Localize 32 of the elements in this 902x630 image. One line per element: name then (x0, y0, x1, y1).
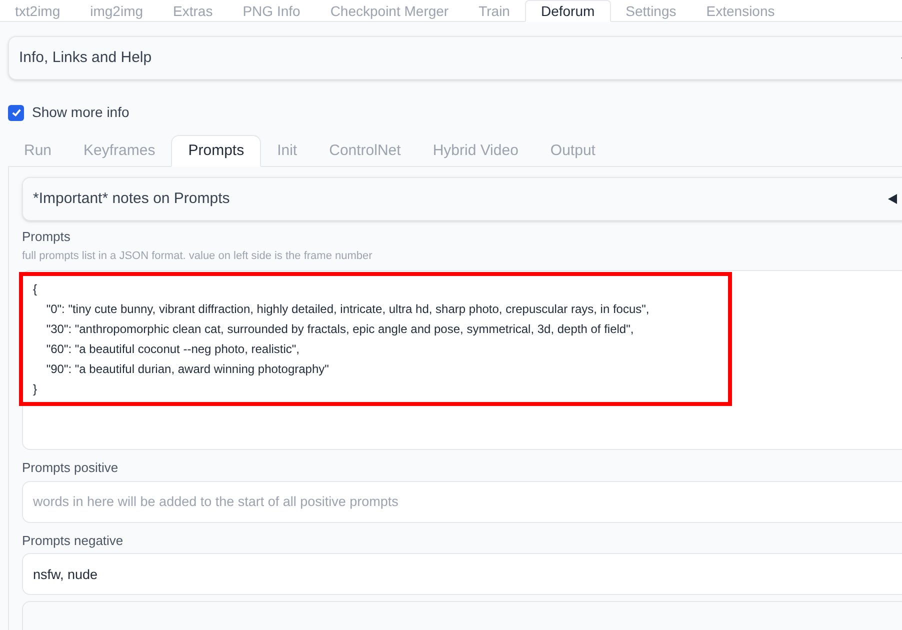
sub-tab[interactable]: Output (534, 135, 612, 167)
main-tab[interactable]: Deforum (524, 0, 611, 22)
main-tab[interactable]: PNG Info (228, 0, 316, 22)
field-hint: full prompts list in a JSON format. value on left side is the frame number (22, 248, 374, 264)
main-tab[interactable]: Checkpoint Merger (315, 0, 464, 22)
prompts-text: { "0": "tiny cute bunny, vibrant diffraction, highly detailed, intricate, ultra hd, sharp photo, crepuscular rays, in focus", "30": "anthropomorphic clean cat, surrounded by fractals, epic angle and pose, symmetrical, 3d, depth of field", "60": "a beautiful coconut --neg photo, realistic", "90": "a beautiful durian, award winning photography" } (32, 281, 650, 398)
field-label: Prompts (22, 228, 72, 246)
accordion-header[interactable]: *Important* notes on Prompts (22, 177, 902, 221)
checkbox-label: Show more info (32, 103, 130, 122)
main-tab[interactable]: img2img (75, 0, 158, 22)
accordion-header[interactable]: Info, Links and Help (8, 36, 902, 80)
sub-tab[interactable]: Init (261, 135, 314, 167)
caret-icon (886, 193, 898, 205)
main-tab[interactable]: Extras (158, 0, 228, 22)
prompts-textarea[interactable] (22, 270, 902, 450)
sub-tab[interactable]: ControlNet (313, 135, 417, 167)
main-tab[interactable]: Settings (610, 0, 692, 22)
main-tab[interactable]: Train (464, 0, 525, 22)
sub-tab[interactable]: Prompts (171, 135, 262, 167)
accordion-title: Info, Links and Help (19, 48, 152, 68)
field-label: Prompts negative (22, 532, 124, 550)
input-field[interactable]: words in here will be added to the start of all positive prompts (22, 480, 902, 522)
main-tab[interactable]: Extensions (691, 0, 790, 22)
main-tab[interactable]: txt2img (0, 0, 76, 22)
check-icon (10, 107, 22, 118)
sub-tab[interactable]: Keyframes (68, 135, 172, 167)
checkbox[interactable] (8, 104, 24, 120)
field-label: Prompts positive (22, 459, 120, 477)
sub-tab[interactable]: Hybrid Video (416, 135, 534, 167)
input-field[interactable]: nsfw, nude (22, 553, 902, 595)
accordion-title: *Important* notes on Prompts (33, 188, 230, 209)
sub-tab[interactable]: Run (8, 135, 68, 167)
